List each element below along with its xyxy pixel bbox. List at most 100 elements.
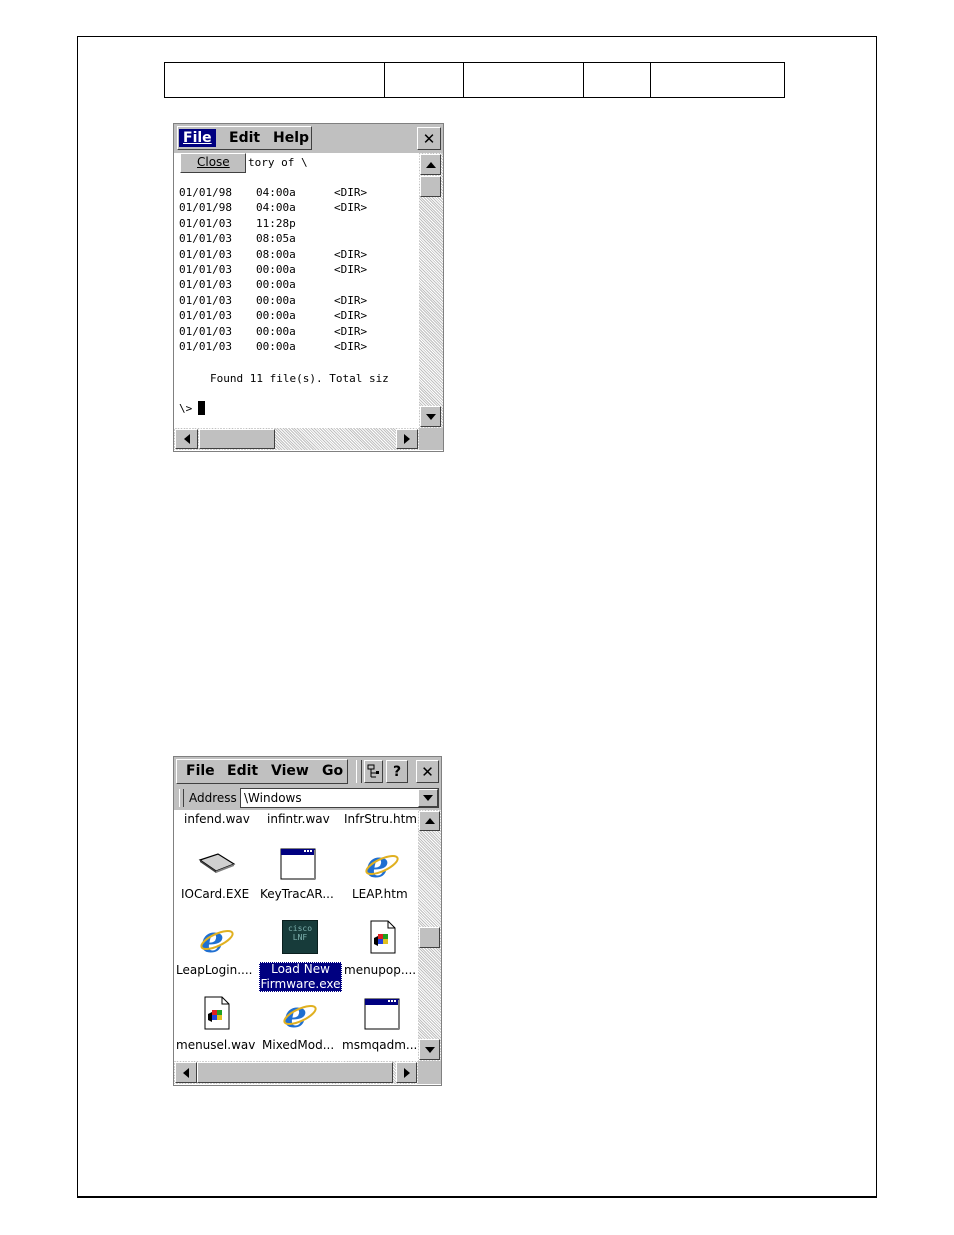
menu-view-label: View bbox=[271, 763, 309, 779]
up-arrow-icon bbox=[424, 818, 435, 824]
menu-file[interactable]: File bbox=[179, 129, 216, 147]
header-cell bbox=[384, 62, 464, 98]
scroll-left-button[interactable] bbox=[175, 429, 198, 449]
row-tag: <DIR> bbox=[334, 324, 368, 338]
row-tag: <DIR> bbox=[334, 247, 368, 261]
selected-file-label[interactable]: Load New Firmware.exe bbox=[259, 962, 342, 992]
console-header: tory of \ bbox=[248, 156, 308, 169]
scroll-up-button[interactable] bbox=[419, 811, 440, 831]
console-prompt: \> bbox=[179, 401, 193, 415]
text-cursor bbox=[198, 401, 206, 415]
close-button[interactable]: ✕ bbox=[417, 127, 441, 150]
menu-edit[interactable]: Edit bbox=[223, 762, 262, 780]
header-cell bbox=[463, 62, 584, 98]
address-dropdown-button[interactable] bbox=[418, 789, 438, 807]
dropdown-close-item[interactable]: Close bbox=[197, 155, 230, 169]
row-time: 00:00a bbox=[256, 340, 296, 353]
menu-view[interactable]: View bbox=[267, 762, 313, 780]
file-label[interactable]: msmqadm.... bbox=[342, 1038, 418, 1052]
cmd-hscroll[interactable] bbox=[174, 428, 419, 450]
explorer-vscroll[interactable] bbox=[418, 810, 441, 1061]
scroll-thumb[interactable] bbox=[419, 927, 440, 948]
left-arrow-icon bbox=[183, 434, 190, 444]
file-label[interactable]: infend.wav bbox=[184, 812, 250, 826]
menu-go-label: Go bbox=[322, 763, 344, 779]
file-label[interactable]: KeyTracAR... bbox=[260, 887, 334, 901]
card-icon[interactable] bbox=[198, 852, 236, 874]
console-summary: Found 11 file(s). Total siz bbox=[210, 372, 389, 385]
file-label[interactable]: menusel.wav bbox=[176, 1038, 255, 1052]
header-cell bbox=[583, 62, 651, 98]
menu-help[interactable]: Help bbox=[269, 129, 313, 147]
scroll-down-button[interactable] bbox=[419, 1039, 440, 1060]
help-icon: ? bbox=[392, 763, 402, 780]
address-grip[interactable] bbox=[179, 789, 184, 807]
down-arrow-icon bbox=[424, 1046, 435, 1053]
window-app-icon[interactable] bbox=[364, 998, 400, 1030]
console-row: 01/01/03 08:00a <DIR> bbox=[179, 248, 419, 262]
console-area: tory of \ 01/01/98 04:00a <DIR> 01/01/98 04:… bbox=[174, 153, 419, 428]
folder-tree-icon bbox=[367, 764, 379, 778]
view-toggle-button[interactable] bbox=[364, 760, 383, 783]
scroll-corner bbox=[419, 428, 443, 450]
row-date: 01/01/98 bbox=[179, 186, 232, 199]
file-label[interactable]: LeapLogin.... bbox=[176, 963, 252, 977]
row-time: 00:00a bbox=[256, 324, 296, 338]
ie-icon[interactable]: e bbox=[198, 921, 236, 957]
cisco-text-line1: cisco bbox=[287, 924, 313, 933]
ie-icon[interactable]: e bbox=[363, 846, 401, 882]
row-date: 01/01/03 bbox=[179, 278, 232, 292]
scroll-right-button[interactable] bbox=[396, 429, 418, 449]
row-date: 01/01/03 bbox=[179, 293, 232, 307]
row-date: 01/01/03 bbox=[179, 340, 232, 353]
address-bar: Address \Windows bbox=[174, 786, 441, 810]
row-date: 01/01/03 bbox=[179, 247, 232, 261]
hscroll-thumb[interactable] bbox=[199, 429, 275, 449]
close-button[interactable]: ✕ bbox=[416, 760, 439, 783]
explorer-menubar: File Edit View Go ? ✕ bbox=[174, 757, 441, 786]
help-button[interactable]: ? bbox=[386, 760, 408, 783]
file-label[interactable]: menupop.... bbox=[344, 963, 416, 977]
console-prompt-line: \> bbox=[179, 401, 206, 415]
close-icon: ✕ bbox=[422, 129, 436, 148]
row-time: 08:00a bbox=[256, 247, 296, 261]
toolbar-grip[interactable] bbox=[356, 760, 362, 783]
explorer-window: File Edit View Go ? ✕ Address \Windows i… bbox=[173, 756, 442, 1086]
row-date: 01/01/03 bbox=[179, 324, 232, 338]
file-label[interactable]: LEAP.htm bbox=[352, 887, 408, 901]
scroll-thumb[interactable] bbox=[420, 176, 441, 197]
file-label[interactable]: InfrStru.htm bbox=[344, 812, 417, 826]
address-value: \Windows bbox=[244, 791, 302, 805]
row-time: 04:00a bbox=[256, 186, 296, 199]
menu-file[interactable]: File bbox=[182, 762, 219, 780]
window-app-icon[interactable] bbox=[280, 848, 316, 880]
menu-edit-label: Edit bbox=[227, 763, 259, 779]
scroll-left-button[interactable] bbox=[175, 1062, 197, 1083]
cmd-vscroll[interactable] bbox=[419, 153, 443, 428]
sound-file-icon[interactable] bbox=[203, 996, 231, 1030]
menu-edit[interactable]: Edit bbox=[225, 129, 264, 147]
file-label[interactable]: infintr.wav bbox=[267, 812, 330, 826]
scroll-up-button[interactable] bbox=[420, 154, 441, 175]
menu-go[interactable]: Go bbox=[318, 762, 347, 780]
console-row: 01/01/03 00:00a <DIR> bbox=[179, 294, 419, 308]
row-time: 11:28p bbox=[256, 216, 296, 230]
row-tag: <DIR> bbox=[334, 263, 368, 276]
address-field[interactable]: \Windows bbox=[240, 788, 439, 808]
ie-icon[interactable]: e bbox=[281, 996, 319, 1032]
file-label[interactable]: MixedMod... bbox=[262, 1038, 334, 1052]
address-label: Address bbox=[189, 791, 237, 805]
cisco-firmware-icon[interactable]: cisco LNF bbox=[282, 920, 318, 954]
selected-file-line1: Load New bbox=[271, 962, 330, 976]
sound-file-icon[interactable] bbox=[369, 920, 397, 954]
header-cell bbox=[164, 62, 385, 98]
scroll-right-button[interactable] bbox=[396, 1062, 417, 1083]
row-time: 00:00a bbox=[256, 263, 296, 276]
scroll-down-button[interactable] bbox=[420, 406, 441, 427]
console-row: 01/01/03 00:00a <DIR> bbox=[179, 309, 419, 323]
file-label[interactable]: IOCard.EXE bbox=[181, 887, 249, 901]
hscroll-thumb[interactable] bbox=[197, 1062, 393, 1083]
row-date: 01/01/98 bbox=[179, 201, 232, 215]
explorer-hscroll[interactable] bbox=[174, 1061, 418, 1084]
console-row: 01/01/03 00:00a <DIR> bbox=[179, 325, 419, 339]
